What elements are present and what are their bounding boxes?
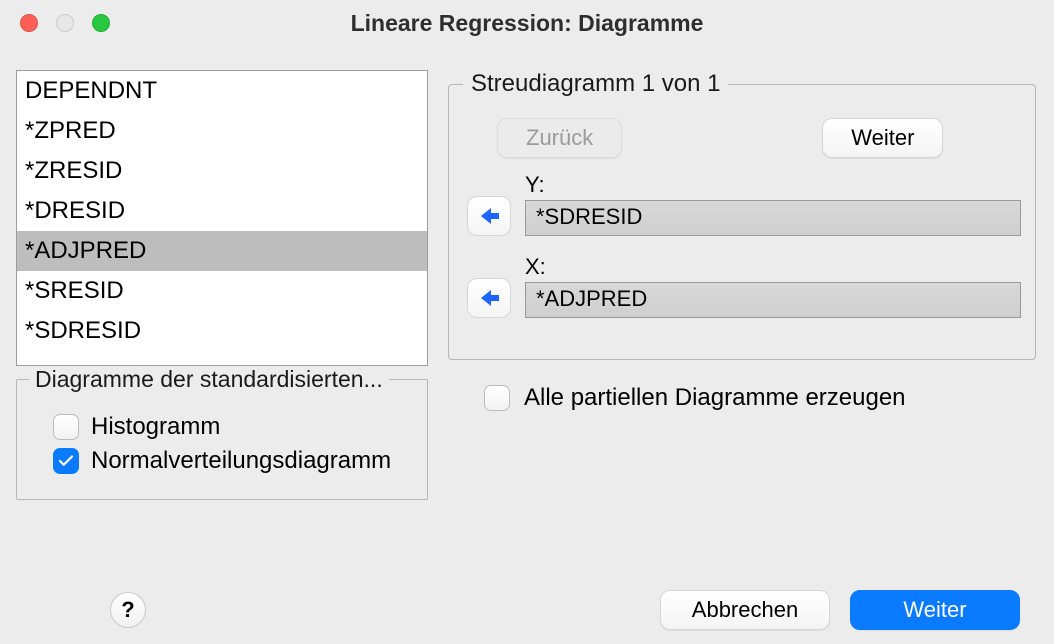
histogram-row[interactable]: Histogramm	[53, 413, 415, 441]
window-title: Lineare Regression: Diagramme	[0, 10, 1054, 37]
variable-list-item[interactable]: *DRESID	[17, 191, 427, 231]
histogram-label: Histogramm	[91, 413, 220, 441]
zoom-window-button[interactable]	[92, 14, 110, 32]
variable-list-item[interactable]: *ADJPRED	[17, 231, 427, 271]
standardized-residual-plots-group: Diagramme der standardisierten... Histog…	[16, 366, 428, 500]
continue-button[interactable]: Weiter	[850, 590, 1020, 630]
x-axis-label: X:	[525, 254, 1021, 280]
normal-probability-label: Normalverteilungsdiagramm	[91, 447, 391, 475]
variable-list[interactable]: DEPENDNT*ZPRED*ZRESID*DRESID*ADJPRED*SRE…	[16, 70, 428, 366]
partial-plots-row[interactable]: Alle partiellen Diagramme erzeugen	[484, 384, 1038, 412]
previous-scatter-button[interactable]: Zurück	[497, 118, 622, 158]
variable-list-item[interactable]: *SDRESID	[17, 311, 427, 351]
minimize-window-button[interactable]	[56, 14, 74, 32]
histogram-checkbox[interactable]	[53, 414, 79, 440]
standardized-residual-plots-title: Diagramme der standardisierten...	[29, 366, 389, 393]
normal-probability-checkbox[interactable]	[53, 448, 79, 474]
move-to-x-button[interactable]	[467, 278, 511, 318]
normal-probability-row[interactable]: Normalverteilungsdiagramm	[53, 447, 415, 475]
partial-plots-label: Alle partiellen Diagramme erzeugen	[524, 384, 906, 412]
scatterplot-group: Streudiagramm 1 von 1 Zurück Weiter Y: *…	[448, 70, 1036, 360]
y-axis-field[interactable]: *SDRESID	[525, 200, 1021, 236]
next-scatter-button[interactable]: Weiter	[822, 118, 943, 158]
scatterplot-legend: Streudiagramm 1 von 1	[463, 70, 728, 98]
partial-plots-checkbox[interactable]	[484, 385, 510, 411]
arrow-left-icon	[477, 204, 501, 228]
help-button[interactable]: ?	[110, 592, 146, 628]
move-to-y-button[interactable]	[467, 196, 511, 236]
y-axis-label: Y:	[525, 172, 1021, 198]
variable-list-item[interactable]: *ZRESID	[17, 151, 427, 191]
variable-list-item[interactable]: DEPENDNT	[17, 71, 427, 111]
cancel-button[interactable]: Abbrechen	[660, 590, 830, 630]
variable-list-item[interactable]: *SRESID	[17, 271, 427, 311]
window-controls	[20, 14, 110, 32]
arrow-left-icon	[477, 286, 501, 310]
title-bar: Lineare Regression: Diagramme	[0, 0, 1054, 46]
x-axis-field[interactable]: *ADJPRED	[525, 282, 1021, 318]
close-window-button[interactable]	[20, 14, 38, 32]
checkmark-icon	[57, 452, 75, 470]
variable-list-item[interactable]: *ZPRED	[17, 111, 427, 151]
